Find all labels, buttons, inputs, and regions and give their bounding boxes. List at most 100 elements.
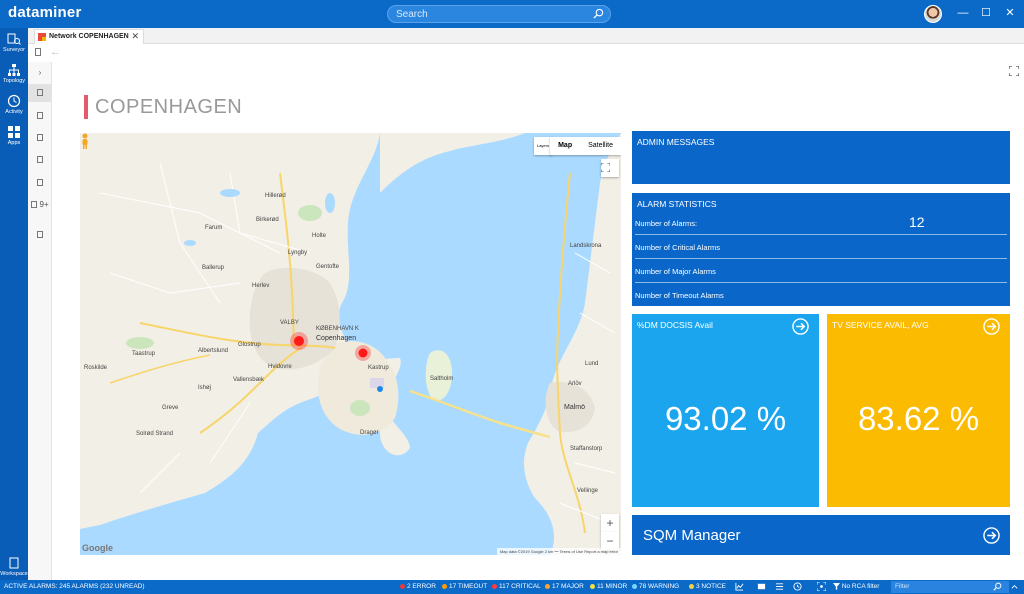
map-label-holte: Holte [312,233,327,239]
map-attribution[interactable]: Map data ©2019 Google 2 km ⎯⎯ Terms of U… [496,548,621,555]
sqm-manager-tile[interactable]: SQM Manager [632,515,1010,555]
timeout-count[interactable]: 17 TIMEOUT [442,583,487,590]
close-button[interactable]: ✕ [1003,6,1017,20]
surveyor-icon [7,33,21,45]
warning-count[interactable]: 78 WARNING [632,583,679,590]
user-avatar[interactable] [924,5,942,23]
clock-icon[interactable] [793,582,802,591]
chevron-up-icon[interactable] [1010,582,1019,591]
back-arrow-icon[interactable]: ← [50,46,61,58]
settings-icon[interactable] [775,582,784,591]
card-side-panel: › 9+ [28,62,52,580]
docsis-value: 93.02 % [664,400,787,437]
major-count[interactable]: 17 MAJOR [545,583,584,590]
tab-network-copenhagen[interactable]: Network COPENHAGEN ✕ [34,29,144,44]
side-item-trend[interactable] [28,174,52,192]
tv-service-avail-tile[interactable]: TV SERVICE AVAIL, AVG 83.62 % [827,314,1010,507]
arrow-right-circle-icon[interactable] [792,318,809,335]
minor-count[interactable]: 11 MINOR [590,583,627,590]
side-item-alarms[interactable]: 9+ [28,196,52,214]
alarm-badge: 9+ [39,200,49,209]
tab-close-icon[interactable]: ✕ [131,31,139,42]
arrow-right-circle-icon[interactable] [983,527,1000,544]
nav-topology[interactable]: Topology [0,63,28,84]
map-label-lyngby: Lyngby [288,250,308,256]
card-toolbar: ← [28,44,1024,62]
rca-filter[interactable]: No RCA filter [833,583,879,590]
map-label-valby: VALBY [280,320,299,326]
critical-count[interactable]: 117 CRITICAL [492,583,541,590]
left-navigation: Surveyor Topology Activity Apps Workspac… [0,28,28,580]
side-item-report[interactable] [28,151,52,169]
arrow-right-circle-icon[interactable] [983,318,1000,335]
map-label-solrod: Solrød Strand [136,431,174,437]
stat-row-critical: Number of Critical Alarms [635,235,1007,259]
map-view[interactable]: Hillerød Farum Birkerød Holte Lyngby Gen… [80,133,621,555]
map-label-taastrup: Taastrup [132,351,156,357]
map-label-ishoj: Ishøj [198,385,212,391]
search-icon[interactable] [993,582,1002,591]
pegman-icon[interactable] [80,133,90,149]
stat-label: Number of Timeout Alarms [635,291,724,300]
search-icon[interactable] [593,8,604,19]
map-label-gentofte: Gentofte [316,264,340,270]
doc-icon [37,112,43,120]
focus-icon[interactable] [817,582,826,591]
nav-surveyor[interactable]: Surveyor [0,32,28,53]
map-label-dragor: Dragør [360,430,379,436]
map-type-satellite-button[interactable]: Satellite [580,137,621,155]
side-item-settings[interactable] [28,226,52,244]
nav-apps-label: Apps [7,140,21,146]
admin-messages-panel: ADMIN MESSAGES [632,131,1010,184]
docsis-avail-tile[interactable]: %DM DOCSIS Avail 93.02 % [632,314,819,507]
minimize-button[interactable]: — [956,6,970,20]
side-expand-chevron-icon[interactable]: › [28,64,52,82]
doc-icon [37,179,43,187]
map-label-albertslund: Albertslund [198,348,229,354]
doc-icon [37,89,43,97]
admin-messages-title: ADMIN MESSAGES [637,137,715,147]
card-doc-icon[interactable] [35,48,41,56]
map-label-staffanstorp: Staffanstorp [570,446,603,452]
filter-placeholder: Filter [895,583,910,590]
status-bar: ACTIVE ALARMS: 245 ALARMS (232 UNREAD) 2… [0,580,1024,594]
search-input[interactable]: Search [387,5,611,23]
notice-count[interactable]: 3 NOTICE [689,583,726,590]
nav-workspace[interactable]: Workspace [0,556,28,577]
map-label-kastrup: Kastrup [368,365,389,371]
sqm-manager-label: SQM Manager [643,527,741,544]
side-item-visual[interactable] [28,84,52,102]
map-type-map-button[interactable]: Map [550,137,580,155]
side-item-data[interactable] [28,107,52,125]
active-alarms-summary[interactable]: ACTIVE ALARMS: 245 ALARMS (232 UNREAD) [4,583,145,590]
fullscreen-icon[interactable] [1009,66,1019,76]
side-item-info[interactable] [28,129,52,147]
notice-label: 3 NOTICE [696,583,726,590]
google-logo: Google [82,543,113,553]
map-label-copenhagen: Copenhagen [316,335,357,342]
critical-label: 117 CRITICAL [499,583,541,590]
map-fullscreen-button[interactable] [601,159,619,177]
stat-row-timeout: Number of Timeout Alarms [635,283,1007,307]
nav-activity[interactable]: Activity [0,94,28,115]
map-label-greve: Greve [162,405,179,411]
page-title: COPENHAGEN [84,95,242,119]
warning-label: 78 WARNING [639,583,680,590]
nav-apps[interactable]: Apps [0,125,28,146]
chart-icon[interactable] [735,582,744,591]
alarm-filter-input[interactable]: Filter [891,581,1009,593]
error-dot-icon [400,583,405,589]
map-label-herlev: Herlev [252,283,270,289]
filter-icon [833,583,840,590]
nav-topology-label: Topology [2,78,26,84]
list-icon[interactable] [757,582,766,591]
topology-icon [8,64,20,76]
error-count[interactable]: 2 ERROR [400,583,436,590]
zoom-in-button[interactable]: + [601,514,619,532]
map-label-vellinge: Vellinge [577,488,599,494]
warning-dot-icon [632,583,637,589]
maximize-button[interactable]: ☐ [979,6,993,20]
minor-label: 11 MINOR [597,583,628,590]
map-label-ballerup: Ballerup [202,265,225,271]
critical-dot-icon [492,583,497,589]
